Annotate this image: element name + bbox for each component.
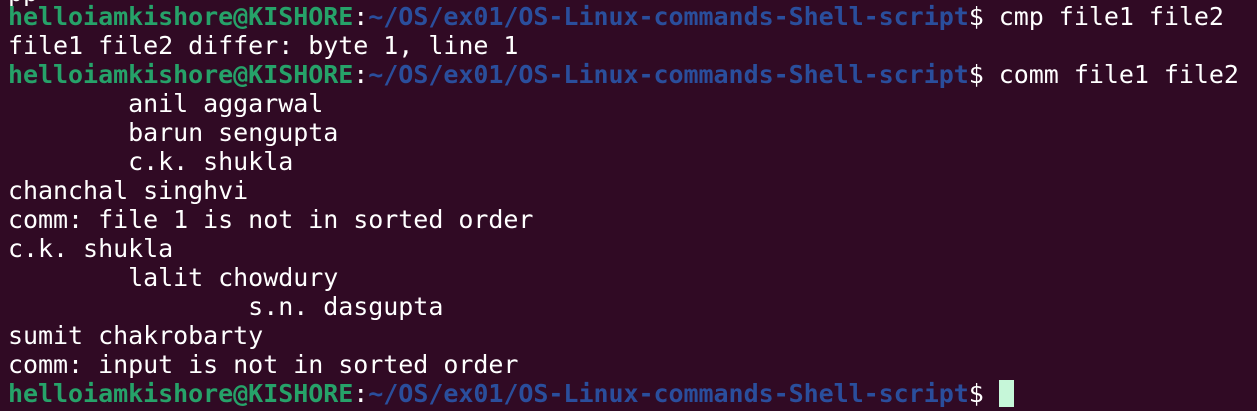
prompt-path: ~/OS/ex01/OS-Linux-commands-Shell-script bbox=[368, 2, 969, 31]
prompt-user: helloiamkishore@KISHORE bbox=[8, 60, 354, 89]
prompt-user: helloiamkishore@KISHORE bbox=[8, 2, 354, 31]
terminal-window[interactable]: pp helloiamkishore@KISHORE:~/OS/ex01/OS-… bbox=[0, 0, 1257, 411]
prompt-path: ~/OS/ex01/OS-Linux-commands-Shell-script bbox=[368, 60, 969, 89]
prompt-symbol: $ bbox=[968, 379, 999, 408]
output-line: barun sengupta bbox=[8, 118, 339, 147]
prompt-symbol: $ bbox=[968, 2, 999, 31]
output-line: file1 file2 differ: byte 1, line 1 bbox=[8, 31, 519, 60]
output-line: lalit chowdury bbox=[8, 263, 339, 292]
prompt-symbol: $ bbox=[968, 60, 999, 89]
output-line: c.k. shukla bbox=[8, 147, 294, 176]
prompt-separator: : bbox=[353, 60, 369, 89]
text-cursor bbox=[998, 380, 1014, 407]
prompt-separator: : bbox=[353, 2, 369, 31]
output-line: chanchal singhvi bbox=[8, 176, 249, 205]
prompt-line-current[interactable]: helloiamkishore@KISHORE:~/OS/ex01/OS-Lin… bbox=[8, 379, 1014, 408]
prompt-line-comm: helloiamkishore@KISHORE:~/OS/ex01/OS-Lin… bbox=[8, 60, 1239, 89]
output-line: sumit chakrobarty bbox=[8, 321, 264, 350]
command-text: comm file1 file2 bbox=[998, 60, 1239, 89]
command-text: cmp file1 file2 bbox=[998, 2, 1224, 31]
output-line: comm: input is not in sorted order bbox=[8, 350, 519, 379]
output-line: c.k. shukla bbox=[8, 234, 174, 263]
prompt-separator: : bbox=[353, 379, 369, 408]
output-line: anil aggarwal bbox=[8, 89, 324, 118]
prompt-user: helloiamkishore@KISHORE bbox=[8, 379, 354, 408]
output-line: s.n. dasgupta bbox=[8, 292, 444, 321]
prompt-path: ~/OS/ex01/OS-Linux-commands-Shell-script bbox=[368, 379, 969, 408]
prompt-line-cmp: helloiamkishore@KISHORE:~/OS/ex01/OS-Lin… bbox=[8, 2, 1224, 31]
output-line: comm: file 1 is not in sorted order bbox=[8, 205, 534, 234]
